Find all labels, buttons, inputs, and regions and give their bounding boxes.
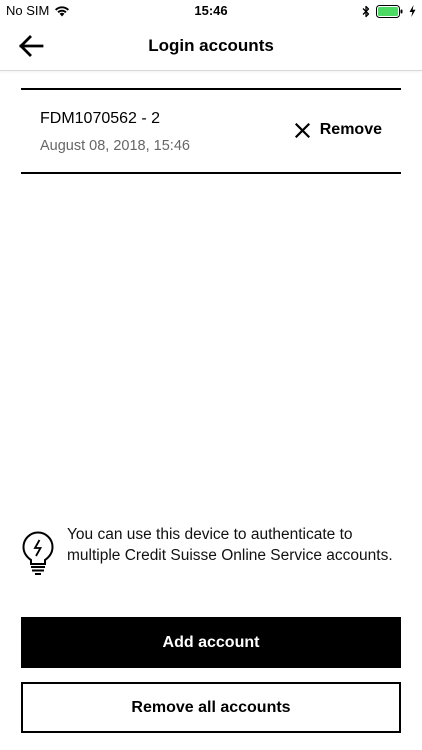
account-id: FDM1070562 - 2 <box>40 110 161 127</box>
account-date: August 08, 2018, 15:46 <box>40 138 190 154</box>
bluetooth-icon <box>362 5 370 17</box>
status-right-group <box>362 3 416 19</box>
nav-bar: Login accounts <box>0 22 422 71</box>
status-time: 15:46 <box>194 3 228 18</box>
lightbulb-icon <box>22 531 54 575</box>
battery-icon <box>376 4 403 18</box>
remove-account-button[interactable]: Remove <box>294 120 382 140</box>
info-box: You can use this device to authenticate … <box>21 522 401 588</box>
page-title: Login accounts <box>148 36 274 55</box>
status-bar: No SIM 15:46 <box>0 0 422 22</box>
add-account-button[interactable]: Add account <box>21 617 401 668</box>
remove-label: Remove <box>319 121 382 138</box>
charging-icon <box>409 5 416 17</box>
account-list: FDM1070562 - 2 August 08, 2018, 15:46 Re… <box>21 88 401 174</box>
remove-all-accounts-button[interactable]: Remove all accounts <box>21 682 401 733</box>
close-icon <box>294 122 310 138</box>
list-item: FDM1070562 - 2 August 08, 2018, 15:46 Re… <box>21 90 401 172</box>
info-text: You can use this device to authenticate … <box>67 526 393 564</box>
